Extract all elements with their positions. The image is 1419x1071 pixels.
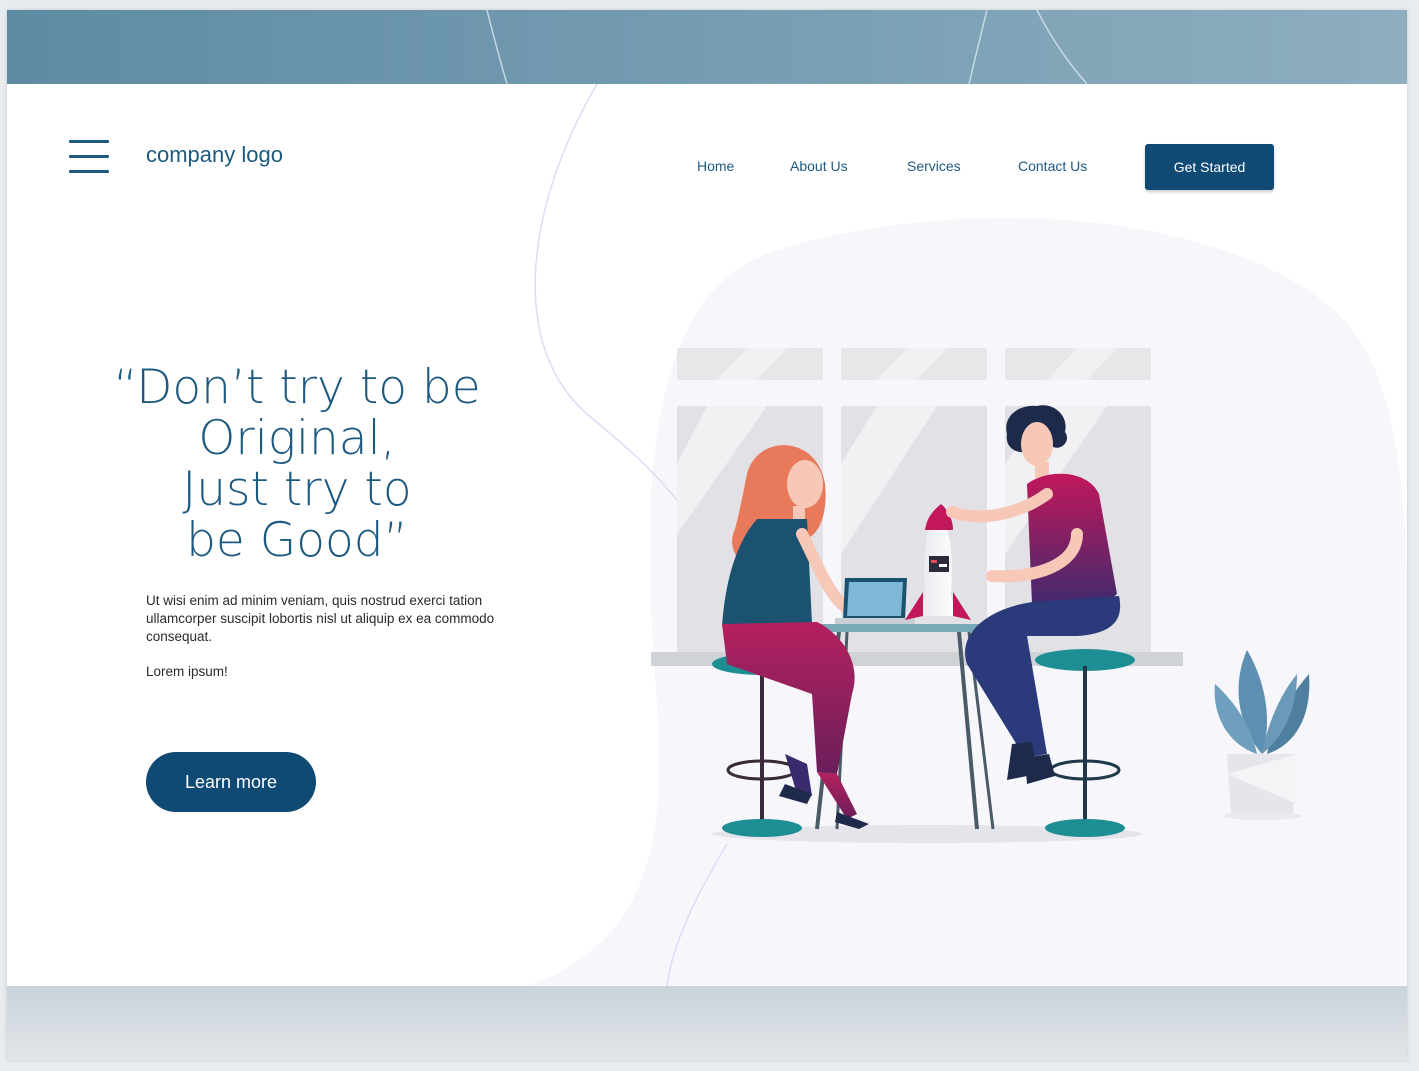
company-logo[interactable]: company logo [146, 142, 283, 168]
hero-headline: “Don’t try to be Original, Just try to b… [97, 362, 497, 566]
page-frame: company logo Home About Us Services Cont… [7, 10, 1407, 1060]
right-stool [1035, 649, 1135, 837]
bottom-decorative-band [7, 986, 1407, 1060]
nav-services[interactable]: Services [907, 158, 961, 174]
hero-tagline: Lorem ipsum! [146, 664, 228, 679]
nav-home[interactable]: Home [697, 158, 734, 174]
headline-line: “Don’t try to be [113, 360, 481, 415]
hero-body-text: Ut wisi enim ad minim veniam, quis nostr… [146, 593, 495, 644]
headline-line: Just try to [182, 462, 412, 517]
hero-card: company logo Home About Us Services Cont… [7, 84, 1407, 986]
nav-contact-us[interactable]: Contact Us [1018, 158, 1087, 174]
hero-illustration [651, 348, 1310, 843]
headline-line: Original, [198, 411, 396, 466]
get-started-button[interactable]: Get Started [1145, 144, 1274, 190]
nav-about-us[interactable]: About Us [790, 158, 848, 174]
headline-line: be Good” [186, 513, 408, 568]
top-decorative-band [7, 10, 1407, 84]
top-band-curves [486, 10, 1088, 84]
learn-more-button[interactable]: Learn more [146, 752, 316, 812]
laptop [835, 578, 915, 624]
potted-plant [1214, 650, 1310, 820]
hamburger-menu-icon[interactable] [69, 140, 109, 176]
